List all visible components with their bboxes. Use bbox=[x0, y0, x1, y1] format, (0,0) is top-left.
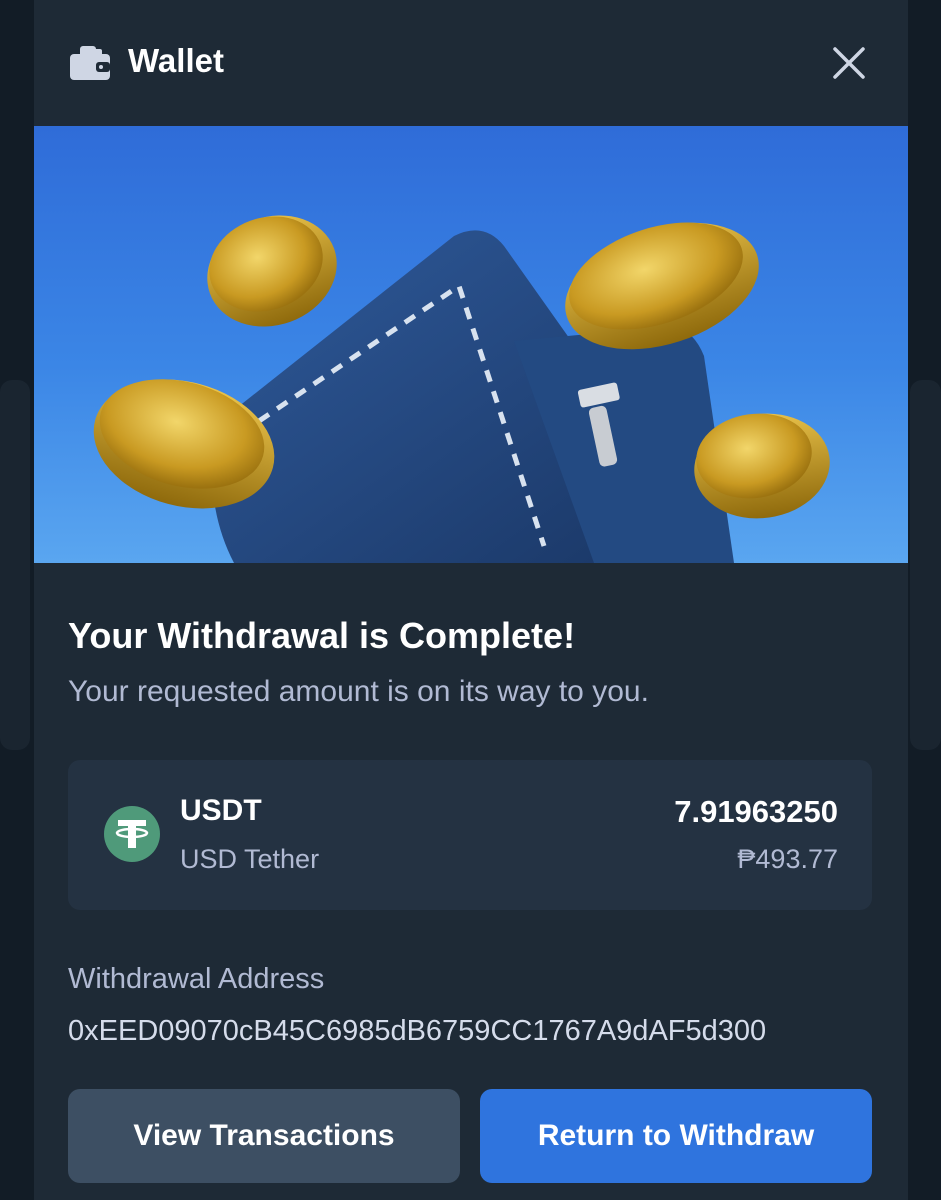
return-to-withdraw-button[interactable]: Return to Withdraw bbox=[480, 1089, 872, 1183]
wallet-coins-illustration bbox=[93, 215, 830, 563]
withdrawal-banner-illustration bbox=[34, 126, 908, 563]
coin-top-left bbox=[207, 215, 337, 327]
page-subtitle: Your requested amount is on its way to y… bbox=[68, 675, 649, 708]
close-icon[interactable] bbox=[830, 44, 868, 82]
withdrawal-address-label: Withdrawal Address bbox=[68, 963, 325, 995]
asset-summary-card: USDT USD Tether 7.91963250 ₱493.77 bbox=[68, 760, 872, 910]
asset-fiat-value: ₱493.77 bbox=[737, 844, 838, 874]
modal-title: Wallet bbox=[128, 42, 224, 79]
withdrawal-address: 0xEED09070cB45C6985dB6759CC1767A9dAF5d30… bbox=[68, 1015, 767, 1047]
wallet-icon bbox=[70, 46, 110, 80]
asset-name: USD Tether bbox=[180, 844, 320, 874]
asset-amount: 7.91963250 bbox=[674, 794, 838, 829]
asset-symbol: USDT bbox=[180, 794, 262, 827]
page-title: Your Withdrawal is Complete! bbox=[68, 615, 576, 656]
view-transactions-button[interactable]: View Transactions bbox=[68, 1089, 460, 1183]
background-panel-left bbox=[0, 380, 30, 750]
wallet-modal: Wallet Your Withdrawal is Complete! Your… bbox=[34, 0, 908, 1200]
tether-icon bbox=[104, 806, 160, 862]
background-panel-right bbox=[910, 380, 941, 750]
modal-header: Wallet bbox=[34, 0, 908, 126]
